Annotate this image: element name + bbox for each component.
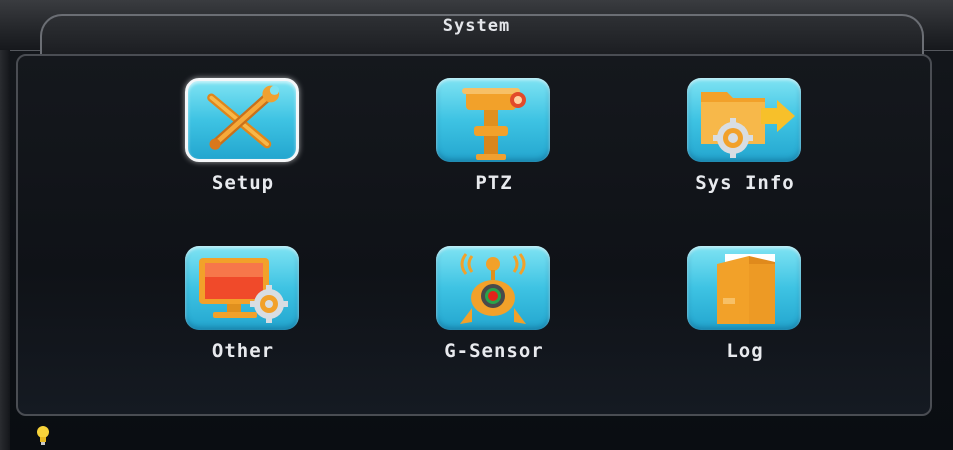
sys-info-menu-item[interactable]: Sys Info (665, 78, 825, 218)
log-folder-icon[interactable] (687, 246, 801, 330)
monitor-gear-icon[interactable] (185, 246, 299, 330)
gsensor-icon[interactable] (436, 246, 550, 330)
left-bezel (0, 50, 10, 450)
other-label: Other (211, 340, 275, 362)
setup-menu-item[interactable]: Setup (163, 78, 323, 218)
tools-icon[interactable] (185, 78, 299, 162)
ptz-label: PTZ (475, 172, 513, 194)
g-sensor-label: G-Sensor (444, 340, 544, 362)
lightbulb-icon (36, 426, 50, 450)
ptz-camera-icon[interactable] (436, 78, 550, 162)
ptz-menu-item[interactable]: PTZ (414, 78, 574, 218)
g-sensor-menu-item[interactable]: G-Sensor (414, 246, 574, 386)
log-label: Log (726, 340, 764, 362)
other-menu-item[interactable]: Other (163, 246, 323, 386)
system-menu-screen: System Setup PTZ Sys Info Other G-Sensor… (0, 0, 953, 450)
setup-label: Setup (211, 172, 275, 194)
folder-gear-icon[interactable] (687, 78, 801, 162)
log-menu-item[interactable]: Log (665, 246, 825, 386)
window-title: System (442, 16, 511, 36)
sys-info-label: Sys Info (695, 172, 795, 194)
